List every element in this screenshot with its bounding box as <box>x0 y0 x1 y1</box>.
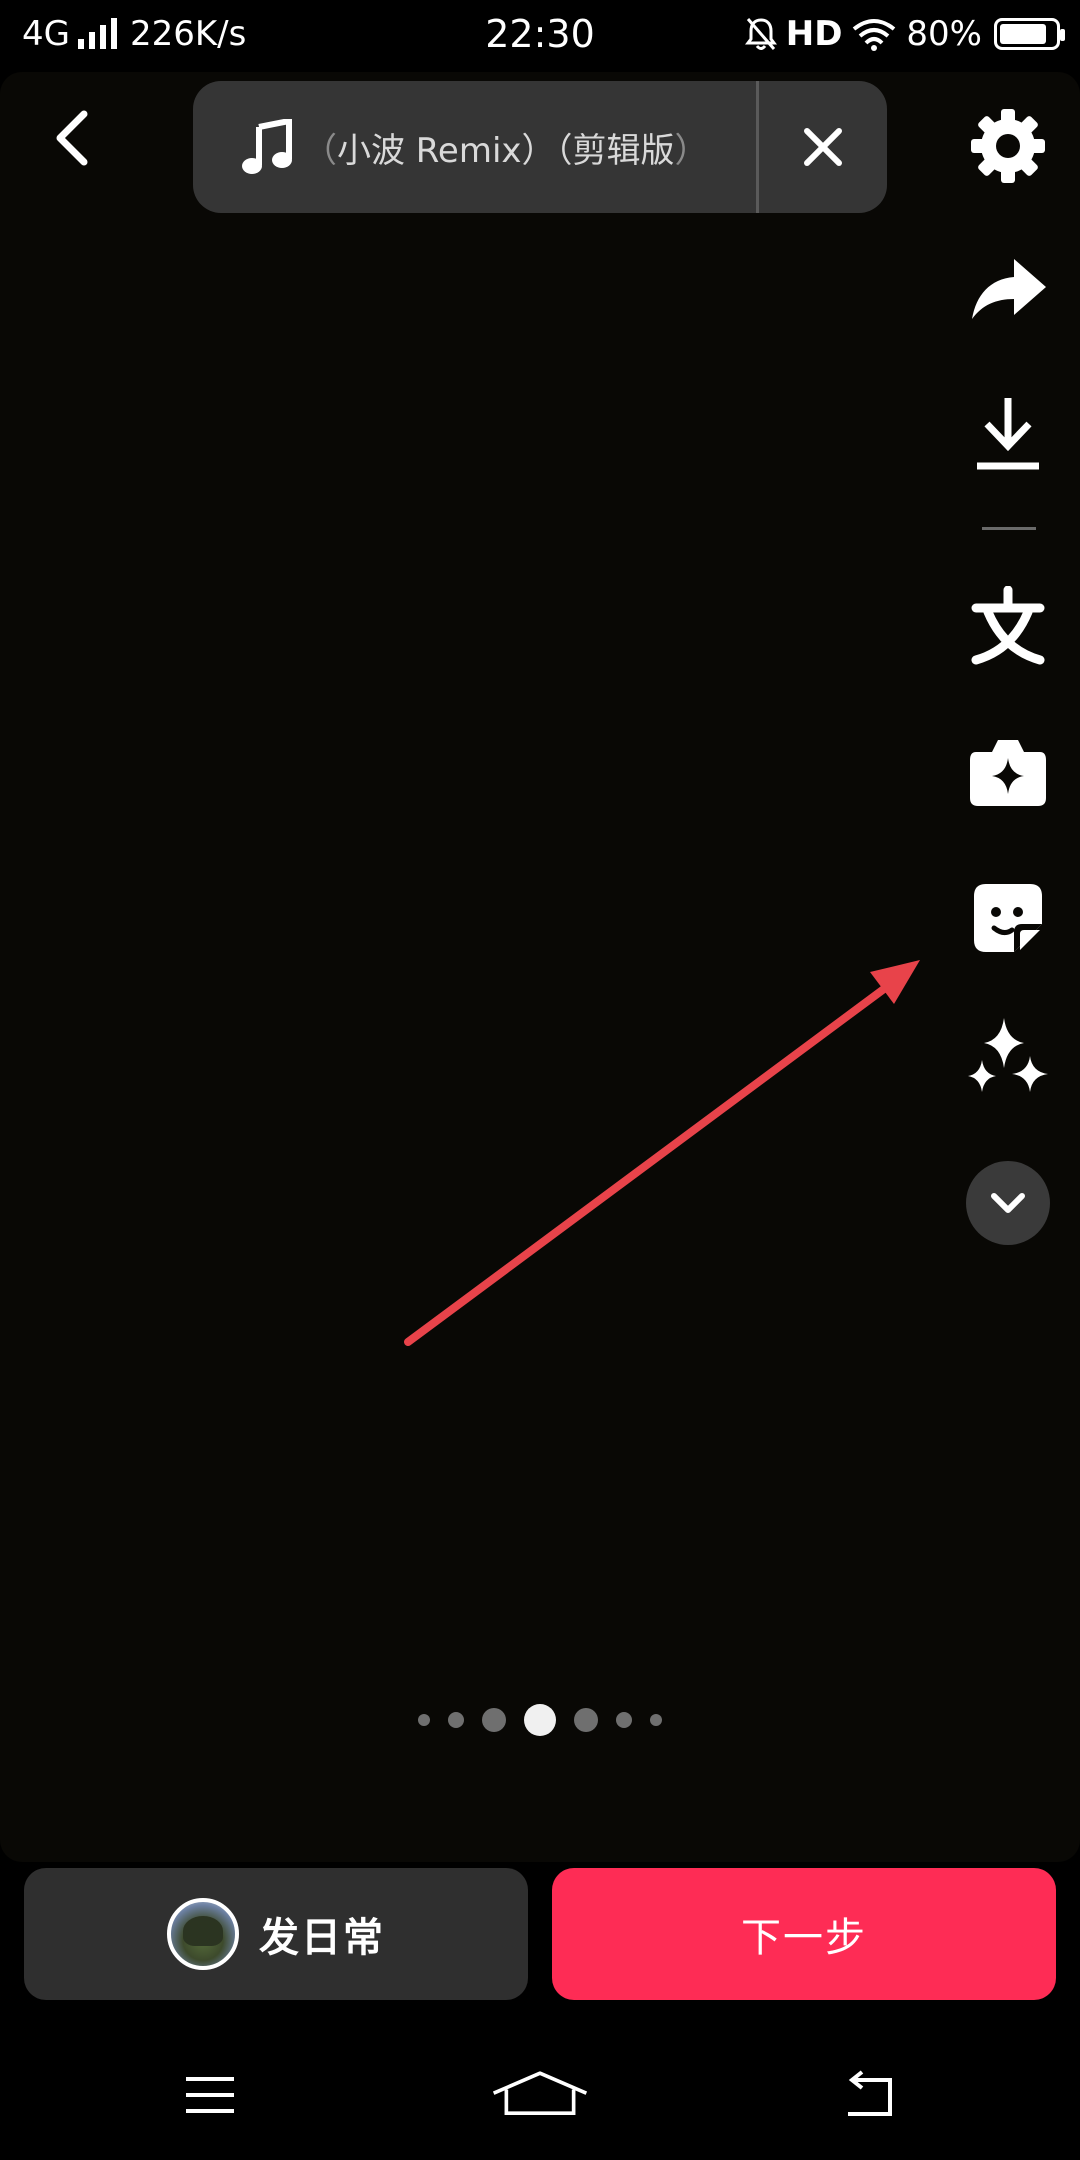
expand-tools-button[interactable] <box>966 1161 1050 1245</box>
recent-apps-button[interactable] <box>160 2060 260 2130</box>
pill-divider <box>756 81 759 213</box>
music-selector[interactable]: （小波 Remix）（剪辑版） <box>193 81 887 213</box>
system-nav-bar <box>0 2030 1080 2160</box>
next-label: 下一步 <box>741 1915 867 1961</box>
back-nav-button[interactable] <box>820 2060 920 2130</box>
menu-icon <box>186 2077 234 2113</box>
music-title: （小波 Remix）（剪辑版） <box>303 123 709 172</box>
page-dot[interactable] <box>574 1708 598 1732</box>
sticker-icon <box>974 884 1042 952</box>
effects-button[interactable] <box>966 730 1050 814</box>
wifi-icon <box>853 19 896 51</box>
text-icon <box>971 586 1045 665</box>
sticker-button[interactable] <box>966 876 1050 960</box>
music-title-text: 小波 Remix）（剪辑版 <box>337 131 675 171</box>
post-daily-label: 发日常 <box>259 1915 385 1961</box>
hd-badge: HD <box>785 14 843 54</box>
music-title-prefix: （ <box>303 131 337 171</box>
sparkles-icon <box>968 1018 1048 1092</box>
screen: 4G 226K/s 22:30 HD 80% （小波 Remix）（剪辑版） 发… <box>0 0 1080 2160</box>
enhance-button[interactable] <box>966 1016 1050 1100</box>
music-note-icon <box>242 119 292 174</box>
download-icon <box>977 398 1039 470</box>
page-dot[interactable] <box>650 1714 662 1726</box>
close-icon[interactable] <box>793 117 853 177</box>
back-button[interactable] <box>40 100 110 180</box>
return-icon <box>848 2070 892 2116</box>
sparkle-camera-icon <box>970 740 1046 806</box>
settings-button[interactable] <box>966 104 1050 188</box>
avatar <box>167 1898 239 1970</box>
page-dot-active[interactable] <box>524 1704 556 1736</box>
battery-icon <box>994 18 1065 50</box>
mute-bell-icon <box>744 18 777 50</box>
page-dot[interactable] <box>482 1708 506 1732</box>
toolbar-divider <box>982 527 1036 530</box>
home-button[interactable] <box>490 2060 590 2130</box>
chevron-down-icon <box>991 1193 1025 1213</box>
video-preview[interactable] <box>0 72 1080 1862</box>
share-button[interactable] <box>966 248 1050 332</box>
status-right: HD 80% <box>744 14 1065 54</box>
page-dot[interactable] <box>616 1712 632 1728</box>
page-indicator <box>0 1700 1080 1740</box>
chevron-left-icon <box>56 110 88 166</box>
gear-icon <box>971 109 1045 183</box>
battery-percent: 80% <box>906 14 982 54</box>
download-button[interactable] <box>966 392 1050 476</box>
page-dot[interactable] <box>418 1714 430 1726</box>
page-dot[interactable] <box>448 1712 464 1728</box>
home-icon <box>492 2071 588 2115</box>
post-daily-button[interactable]: 发日常 <box>24 1868 528 2000</box>
status-bar: 4G 226K/s 22:30 HD 80% <box>0 0 1080 72</box>
music-title-suffix: ） <box>674 131 709 171</box>
next-button[interactable]: 下一步 <box>552 1868 1056 2000</box>
share-arrow-icon <box>972 259 1046 319</box>
text-button[interactable] <box>966 584 1050 668</box>
